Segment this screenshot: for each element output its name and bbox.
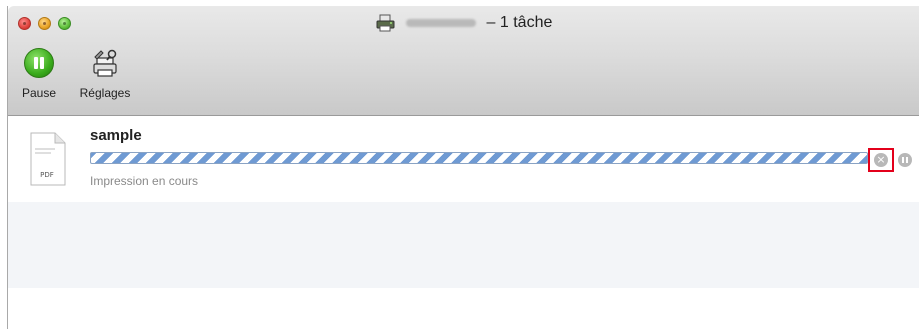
file-type-label: PDF xyxy=(40,171,54,179)
print-job-row[interactable]: PDF sample Impression en cours × xyxy=(8,116,919,202)
cancel-job-icon: × xyxy=(874,153,888,167)
title-bar: – 1 tâche Pause Réglages xyxy=(8,6,919,116)
cancel-job-button[interactable]: × xyxy=(868,148,894,172)
printer-settings-button[interactable]: Réglages xyxy=(70,48,140,100)
job-progress-bar xyxy=(90,152,868,164)
pdf-document-icon: PDF xyxy=(25,131,69,187)
pause-icon xyxy=(24,48,54,78)
printer-icon xyxy=(376,14,395,32)
printer-name-redacted xyxy=(406,19,477,27)
pause-printer-button[interactable]: Pause xyxy=(18,48,60,100)
job-name: sample xyxy=(90,127,142,144)
print-queue-window: – 1 tâche Pause Réglages PDF sample Impr… xyxy=(7,6,919,329)
pause-label: Pause xyxy=(21,86,57,100)
job-status: Impression en cours xyxy=(90,174,199,188)
window-title: – 1 tâche xyxy=(8,14,919,32)
empty-list-row xyxy=(8,202,919,288)
settings-icon xyxy=(93,49,117,77)
empty-list-row xyxy=(8,288,919,329)
window-title-suffix: – 1 tâche xyxy=(486,14,553,31)
settings-label: Réglages xyxy=(79,86,131,100)
pause-job-button[interactable] xyxy=(898,153,912,167)
